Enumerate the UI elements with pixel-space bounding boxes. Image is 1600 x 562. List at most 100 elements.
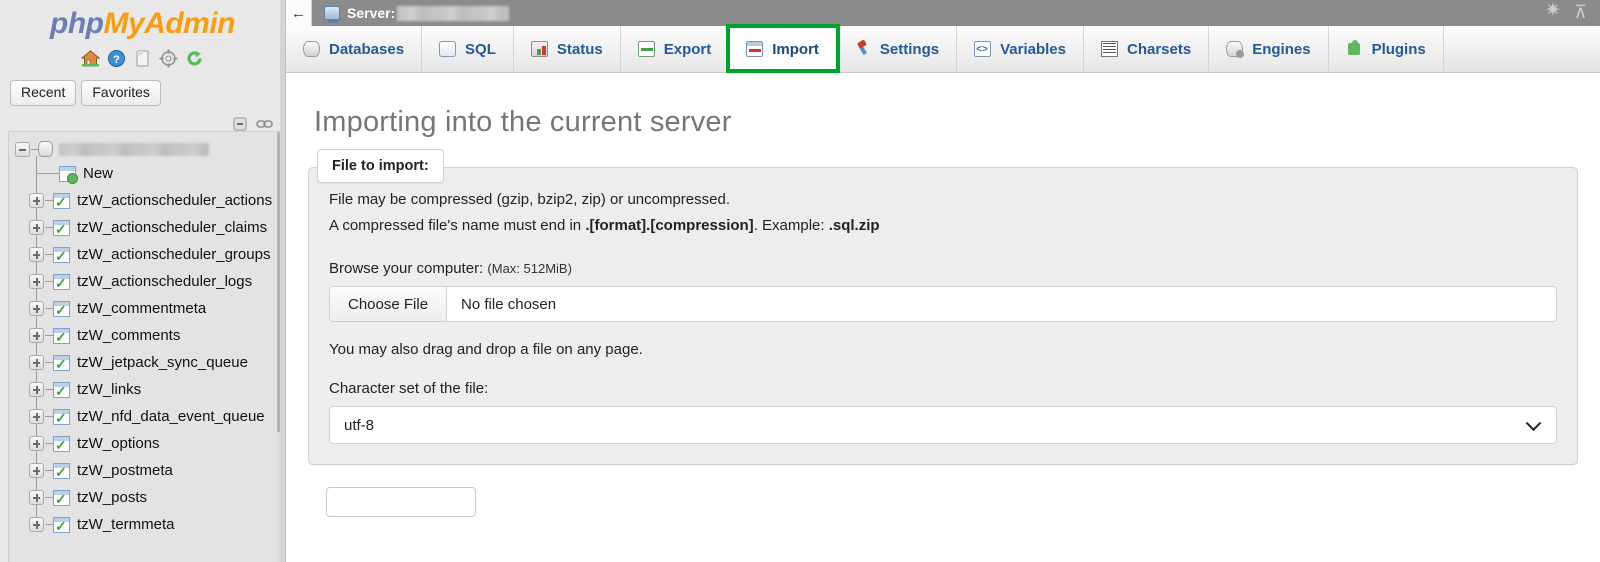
- expand-toggle[interactable]: [29, 301, 44, 316]
- home-icon[interactable]: [81, 49, 100, 68]
- tree-connector: [31, 149, 38, 150]
- tree-item-new[interactable]: New: [36, 160, 281, 187]
- expand-toggle[interactable]: [29, 355, 44, 370]
- tree-item-tzw_actionscheduler_actions[interactable]: tzW_actionscheduler_actions: [36, 187, 281, 214]
- variables-icon: [974, 41, 991, 57]
- expand-toggle[interactable]: [29, 490, 44, 505]
- tab-label: Import: [772, 41, 819, 58]
- tree-item-tzw_postmeta[interactable]: tzW_postmeta: [36, 457, 281, 484]
- tree-item-tzw_actionscheduler_groups[interactable]: tzW_actionscheduler_groups: [36, 241, 281, 268]
- import-icon: [746, 41, 763, 57]
- compression-note-line1: File may be compressed (gzip, bzip2, zip…: [329, 188, 1557, 212]
- table-icon: [53, 436, 70, 452]
- tree-item-tzw_jetpack_sync_queue[interactable]: tzW_jetpack_sync_queue: [36, 349, 281, 376]
- next-fieldset-legend-peek: [326, 487, 1578, 522]
- server-breadcrumb-bar: ← Server:: [286, 0, 1600, 26]
- tree-item-label: tzW_links: [77, 381, 141, 398]
- tree-item-tzw_nfd_data_event_queue[interactable]: tzW_nfd_data_event_queue: [36, 403, 281, 430]
- back-button[interactable]: ←: [286, 0, 312, 26]
- expand-toggle[interactable]: [29, 274, 44, 289]
- tree-item-label: tzW_options: [77, 435, 160, 452]
- tab-sql[interactable]: SQL: [422, 26, 514, 72]
- tab-label: Variables: [1000, 41, 1066, 58]
- engines-icon: [1226, 41, 1243, 57]
- tree-item-label: tzW_termmeta: [77, 516, 175, 533]
- tab-settings[interactable]: Settings: [837, 26, 957, 72]
- database-node[interactable]: [15, 138, 281, 160]
- expand-toggle[interactable]: [29, 463, 44, 478]
- database-collapse-toggle[interactable]: [15, 142, 30, 157]
- tab-charsets[interactable]: Charsets: [1084, 26, 1209, 72]
- expand-toggle[interactable]: [29, 220, 44, 235]
- expand-toggle[interactable]: [29, 247, 44, 262]
- sidebar-panel-tabs: Recent Favorites: [0, 72, 285, 112]
- refresh-icon[interactable]: [185, 49, 204, 68]
- expand-toggle[interactable]: [29, 436, 44, 451]
- charset-select[interactable]: utf-8: [329, 406, 1557, 444]
- tree-item-tzw_posts[interactable]: tzW_posts: [36, 484, 281, 511]
- tree-connector: [45, 308, 53, 309]
- tree-connector: [45, 335, 53, 336]
- file-to-import-fieldset: File to import: File may be compressed (…: [308, 167, 1578, 465]
- tab-export[interactable]: Export: [621, 26, 730, 72]
- plugins-icon: [1346, 41, 1363, 57]
- tree-item-label: tzW_actionscheduler_logs: [77, 273, 252, 290]
- tree-table-list: NewtzW_actionscheduler_actionstzW_action…: [36, 160, 281, 538]
- tree-root: NewtzW_actionscheduler_actionstzW_action…: [9, 132, 281, 538]
- table-icon: [53, 355, 70, 371]
- collapse-all-icon[interactable]: [231, 116, 248, 132]
- export-icon: [638, 41, 655, 57]
- server-tab-bar: DatabasesSQLStatusExport Import Settings Va…: [286, 26, 1600, 73]
- new-table-icon: [59, 166, 76, 182]
- expand-toggle[interactable]: [29, 409, 44, 424]
- collapse-navigation-icon[interactable]: [1574, 5, 1590, 21]
- table-icon: [53, 301, 70, 317]
- tree-item-tzw_links[interactable]: tzW_links: [36, 376, 281, 403]
- tree-connector: [45, 254, 53, 255]
- tab-favorites[interactable]: Favorites: [81, 80, 161, 106]
- tree-connector: [45, 281, 53, 282]
- partial-legend: [326, 487, 476, 517]
- server-label: Server:: [347, 5, 395, 21]
- server-bar-icons: [1546, 0, 1590, 26]
- tree-item-label: tzW_posts: [77, 489, 147, 506]
- phpmyadmin-logo[interactable]: phpMyAdmin: [0, 0, 285, 44]
- tab-recent[interactable]: Recent: [10, 80, 76, 106]
- tree-item-tzw_commentmeta[interactable]: tzW_commentmeta: [36, 295, 281, 322]
- charset-label: Character set of the file:: [329, 380, 1557, 397]
- link-with-main-panel-icon[interactable]: [256, 116, 273, 132]
- charset-selected-value: utf-8: [344, 417, 374, 434]
- tab-variables[interactable]: Variables: [957, 26, 1084, 72]
- tab-engines[interactable]: Engines: [1209, 26, 1328, 72]
- sidebar-scrollbar[interactable]: [280, 0, 285, 562]
- expand-toggle[interactable]: [29, 193, 44, 208]
- tab-databases[interactable]: Databases: [286, 26, 422, 72]
- tree-item-tzw_options[interactable]: tzW_options: [36, 430, 281, 457]
- tree-item-tzw_actionscheduler_logs[interactable]: tzW_actionscheduler_logs: [36, 268, 281, 295]
- table-icon: [53, 274, 70, 290]
- expand-toggle[interactable]: [29, 382, 44, 397]
- tab-import[interactable]: Import: [729, 26, 837, 72]
- tab-plugins[interactable]: Plugins: [1329, 26, 1444, 72]
- tree-connector: [45, 497, 53, 498]
- file-input-row[interactable]: Choose File No file chosen: [329, 286, 1557, 322]
- help-icon[interactable]: ?: [107, 49, 126, 68]
- choose-file-button[interactable]: Choose File: [330, 287, 447, 321]
- sidebar-quick-icons: ?: [0, 44, 285, 72]
- tab-status[interactable]: Status: [514, 26, 621, 72]
- tree-item-tzw_termmeta[interactable]: tzW_termmeta: [36, 511, 281, 538]
- tree-item-label: tzW_commentmeta: [77, 300, 206, 317]
- browse-label: Browse your computer:: [329, 260, 483, 277]
- tree-item-tzw_actionscheduler_claims[interactable]: tzW_actionscheduler_claims: [36, 214, 281, 241]
- tree-connector: [45, 200, 53, 201]
- gear-icon[interactable]: [1546, 5, 1562, 21]
- main-panel: ← Server: DatabasesSQLStatusExport Import…: [286, 0, 1600, 562]
- gear-icon[interactable]: [159, 49, 178, 68]
- sql-icon: [439, 41, 456, 57]
- expand-toggle[interactable]: [29, 328, 44, 343]
- documentation-icon[interactable]: [133, 49, 152, 68]
- tree-connector: [45, 227, 53, 228]
- table-icon: [53, 517, 70, 533]
- tree-item-tzw_comments[interactable]: tzW_comments: [36, 322, 281, 349]
- expand-toggle[interactable]: [29, 517, 44, 532]
